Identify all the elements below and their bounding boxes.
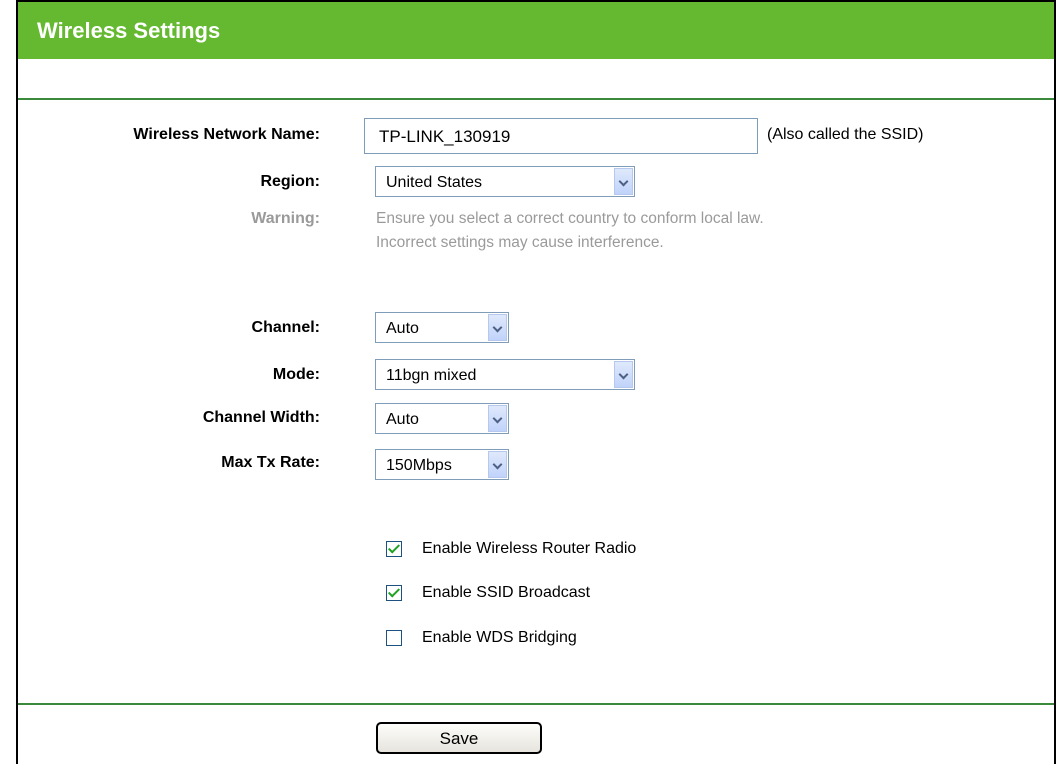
title-bar: Wireless Settings [18, 2, 1054, 59]
channel-width-select[interactable]: Auto [375, 403, 509, 434]
channel-width-label: Channel Width: [202, 409, 320, 426]
ssid-broadcast-label: Enable SSID Broadcast [422, 584, 591, 601]
max-tx-rate-value: 150Mbps [386, 457, 452, 474]
save-button[interactable]: Save [376, 722, 542, 754]
ssid-label: Wireless Network Name: [133, 126, 320, 143]
channel-select[interactable]: Auto [375, 312, 509, 343]
mode-label: Mode: [272, 366, 320, 383]
bottom-divider [18, 703, 1054, 705]
ssid-broadcast-checkbox[interactable] [386, 585, 402, 601]
wireless-radio-label: Enable Wireless Router Radio [422, 540, 637, 557]
page-title: Wireless Settings [37, 18, 221, 43]
region-select[interactable]: United States [375, 166, 635, 197]
channel-label: Channel: [251, 319, 320, 336]
chevron-down-icon[interactable] [614, 168, 633, 195]
warning-label: Warning: [251, 210, 320, 227]
ssid-note: (Also called the SSID) [767, 126, 924, 143]
chevron-down-icon[interactable] [614, 361, 633, 388]
chevron-down-icon[interactable] [488, 405, 507, 432]
region-value: United States [386, 174, 483, 191]
warning-line-1: Ensure you select a correct country to c… [376, 210, 764, 227]
mode-select[interactable]: 11bgn mixed [375, 359, 635, 390]
channel-width-value: Auto [386, 411, 419, 428]
region-label: Region: [260, 173, 320, 190]
wireless-radio-checkbox[interactable] [386, 541, 402, 557]
max-tx-rate-select[interactable]: 150Mbps [375, 449, 509, 480]
chevron-down-icon[interactable] [488, 314, 507, 341]
top-divider [18, 98, 1054, 100]
warning-line-2: Incorrect settings may cause interferenc… [376, 234, 664, 251]
ssid-input[interactable]: TP-LINK_130919 [364, 118, 758, 154]
channel-value: Auto [386, 320, 419, 337]
wds-bridging-checkbox[interactable] [386, 630, 402, 646]
wds-bridging-label: Enable WDS Bridging [422, 629, 577, 646]
max-tx-rate-label: Max Tx Rate: [221, 454, 320, 471]
mode-value: 11bgn mixed [386, 367, 477, 384]
chevron-down-icon[interactable] [488, 451, 507, 478]
